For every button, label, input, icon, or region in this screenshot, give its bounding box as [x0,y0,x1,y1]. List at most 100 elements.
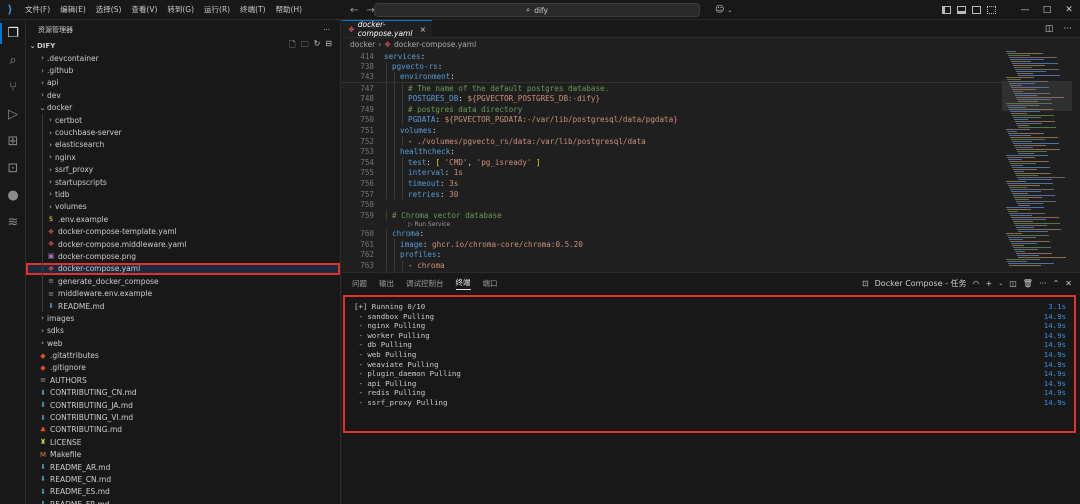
more-actions-icon[interactable]: ··· [1039,279,1047,288]
folder-item[interactable]: › startupscripts [26,175,340,189]
folder-item[interactable]: › dev [26,89,340,101]
folder-item[interactable]: › .github [26,64,340,76]
menu-item[interactable]: 帮助(H) [271,0,308,20]
line-number: 761 [360,239,374,249]
menu-item[interactable]: 运行(R) [199,0,235,20]
panel-tab[interactable]: 终端 [455,277,471,290]
folder-item[interactable]: › ssrf_proxy [26,163,340,176]
panel-tab[interactable]: 问题 [352,278,367,289]
file-item[interactable]: ⬇ README.md [26,299,340,313]
explorer-icon[interactable]: ❐ [0,20,26,47]
breadcrumb-folder[interactable]: docker [350,40,375,49]
terminal-title[interactable]: Docker Compose - 任务 [875,278,967,289]
file-item[interactable]: ◆ .gitattributes [26,349,340,361]
folder-item[interactable]: › nginx [26,151,340,164]
file-item[interactable]: ⬇ CONTRIBUTING_CN.md [26,387,340,399]
new-terminal-icon[interactable]: + [986,279,993,288]
file-item[interactable]: ◆ .gitignore [26,362,340,374]
new-file-icon[interactable]: 🗋 [289,39,295,53]
extensions-icon[interactable]: ⊞ [0,128,26,155]
file-item[interactable]: ≡ generate_docker_compose [26,275,340,288]
maximize-icon[interactable]: □ [1036,0,1058,20]
run-debug-icon[interactable]: ▷ [0,101,26,128]
file-item[interactable]: ❖ docker-compose.middleware.yaml [26,237,340,251]
file-item[interactable]: ▣ docker-compose.png [26,250,340,263]
file-item[interactable]: ❖ docker-compose.yaml [26,262,340,276]
breadcrumb-file[interactable]: docker-compose.yaml [394,40,476,49]
close-panel-icon[interactable]: ✕ [1065,279,1072,288]
menu-item[interactable]: 选择(S) [91,0,127,20]
toggle-secondary-sidebar-icon[interactable] [972,6,981,14]
toggle-sidebar-icon[interactable] [942,6,951,14]
terminal-output[interactable]: [+] Running 0/10 3.1s - sandbox Pulling 14… [343,295,1076,433]
panel-tab[interactable]: 调试控制台 [406,278,444,289]
tab-close-icon[interactable]: × [420,25,426,34]
code-line: 762 profiles: [342,249,1002,261]
indent-guide [386,61,387,73]
menu-item[interactable]: 查看(V) [126,0,162,20]
folder-item[interactable]: › couchbase-server [26,126,340,139]
terminal-text: - web Pulling [354,349,417,359]
close-icon[interactable]: ✕ [1058,0,1080,20]
minimap-line [1015,251,1025,252]
split-terminal-icon[interactable]: ◫ [1009,279,1017,288]
folder-item[interactable]: › certbot [26,113,340,127]
docker-icon[interactable]: ≋ [0,209,26,236]
project-root[interactable]: ⌄ DIFY 🗋 🗀 ↻ ⊟ [26,39,340,53]
folder-item[interactable]: › sdks [26,325,340,337]
menu-item[interactable]: 转到(G) [162,0,199,20]
panel-tab[interactable]: 端口 [483,278,498,289]
command-center-search[interactable]: ⌕ dify [374,3,700,17]
file-item[interactable]: ♣ CONTRIBUTING.md [26,424,340,436]
file-item[interactable]: ⬇ CONTRIBUTING_JA.md [26,399,340,411]
chevron-down-icon[interactable]: ⌄ [998,280,1003,287]
breadcrumb: docker › ❖ docker-compose.yaml [342,38,1080,50]
customize-layout-icon[interactable] [987,6,996,14]
tab-docker-compose-yaml[interactable]: ❖ docker-compose.yaml × [342,20,432,38]
minimap-slider[interactable] [1002,81,1072,111]
trash-icon[interactable]: 🗑 [1023,279,1033,288]
file-item[interactable]: ⬇ README_CN.md [26,473,340,485]
github-icon[interactable]: ● [0,182,26,209]
toggle-panel-icon[interactable] [957,6,966,14]
source-control-icon[interactable]: ⑂ [0,74,26,101]
collapse-all-icon[interactable]: ⊟ [325,39,332,53]
file-item[interactable]: ⬇README_FR.md [26,498,340,504]
search-icon[interactable]: ⌕ [0,47,26,74]
split-editor-icon[interactable]: ◫ [1045,24,1054,34]
copilot-menu[interactable]: ☺ ⌄ [715,0,732,20]
file-item[interactable]: ♜ LICENSE [26,436,340,448]
folder-item[interactable]: › tidb [26,188,340,201]
maximize-panel-icon[interactable]: ⌃ [1053,279,1060,288]
run-service-codelens[interactable]: ▷ Run Service [342,221,1002,229]
menu-item[interactable]: 编辑(E) [55,0,91,20]
folder-item[interactable]: › web [26,337,340,349]
file-item[interactable]: ⬇ README_ES.md [26,486,340,498]
folder-item[interactable]: ⌄ docker [26,102,340,114]
remote-explorer-icon[interactable]: ⊡ [0,155,26,182]
file-item[interactable]: ≡ AUTHORS [26,374,340,386]
file-item[interactable]: ⬇ CONTRIBUTING_VI.md [26,411,340,423]
folder-item[interactable]: › images [26,312,340,324]
folder-item[interactable]: › .devcontainer [26,52,340,64]
file-item[interactable]: $ .env.example [26,213,340,226]
vscode-logo-icon[interactable]: ⟩ [0,0,20,20]
file-item[interactable]: ⬇ README_AR.md [26,461,340,473]
folder-item[interactable]: › api [26,77,340,89]
minimap[interactable] [1002,51,1072,272]
folder-item[interactable]: › elasticsearch [26,138,340,152]
more-actions-icon[interactable]: ··· [1063,24,1072,34]
more-actions-icon[interactable]: ··· [323,20,340,40]
minimize-icon[interactable]: — [1014,0,1036,20]
menu-item[interactable]: 终端(T) [235,0,270,20]
folder-item[interactable]: › volumes [26,200,340,214]
new-folder-icon[interactable]: 🗀 [301,39,309,53]
file-item[interactable]: M Makefile [26,449,340,461]
file-item[interactable]: ❖ docker-compose-template.yaml [26,225,340,238]
code-editor[interactable]: 414 services: 738 pgvecto-rs: 743 environment… [342,51,1002,272]
refresh-icon[interactable]: ↻ [314,39,321,53]
back-arrow-icon[interactable]: ← [350,5,358,16]
menu-item[interactable]: 文件(F) [20,0,55,20]
file-item[interactable]: ≡ middleware.env.example [26,287,340,300]
panel-tab[interactable]: 输出 [379,278,394,289]
